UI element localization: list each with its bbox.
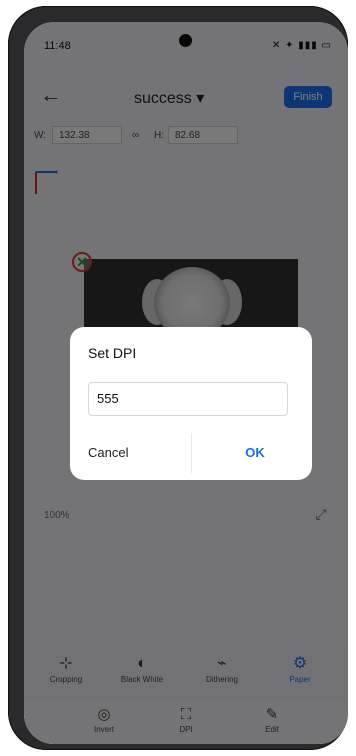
cancel-button[interactable]: Cancel — [88, 439, 188, 467]
dialog-title: Set DPI — [88, 345, 137, 361]
phone-frame: 11:48 ✕ ✦ ▮▮▮ ▭ ← success ▾ Finish W: 13… — [8, 6, 348, 750]
set-dpi-dialog: Set DPI 555 Cancel OK — [70, 327, 312, 480]
screen: 11:48 ✕ ✦ ▮▮▮ ▭ ← success ▾ Finish W: 13… — [24, 22, 348, 744]
dpi-input[interactable]: 555 — [88, 382, 288, 416]
dialog-divider — [191, 433, 192, 473]
ok-button[interactable]: OK — [220, 439, 290, 467]
